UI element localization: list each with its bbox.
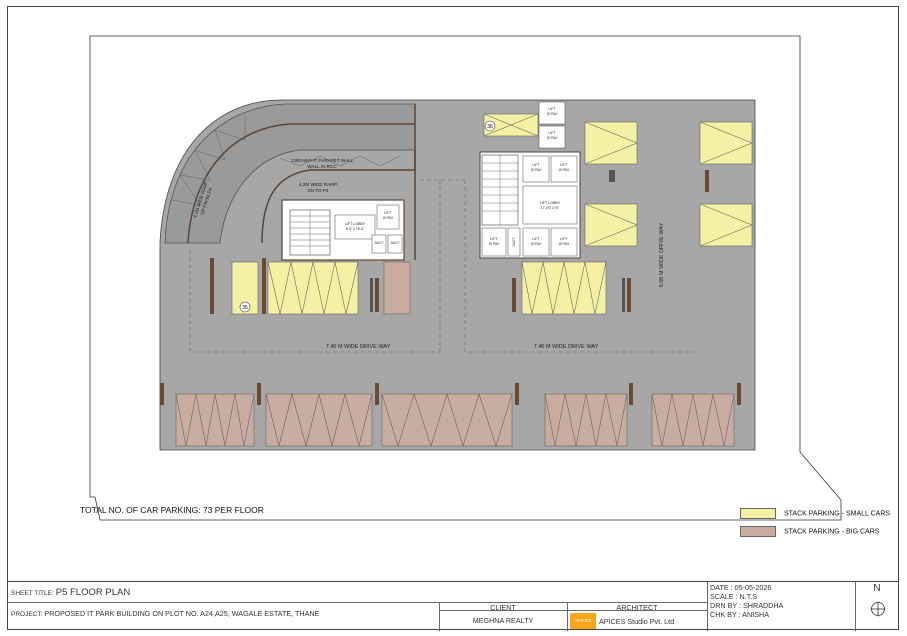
left-duct-1-label: DUCT xyxy=(375,241,384,245)
top-lift-1-label: LIFT xyxy=(548,107,556,111)
legend-small-label: STACK PARKING - SMALL CARS xyxy=(784,510,891,518)
apices-logo: APICES xyxy=(570,613,596,629)
left-lift-label: LIFT xyxy=(384,211,392,215)
right-lift-2-label: LIFT xyxy=(560,163,568,167)
parapet-label: 1200 MM HT PARAPET WALL xyxy=(291,158,354,163)
date: DATE : 05-05-2026 xyxy=(710,583,772,592)
top-lift-1-cap: 20 PAX xyxy=(547,112,558,116)
small-car-stack xyxy=(699,121,753,165)
project-label: PROJECT: xyxy=(11,611,43,618)
architect-value: APICES Studio Pvt. Ltd xyxy=(599,617,675,626)
checked-by: CHK BY : ANISHA xyxy=(710,610,769,619)
right-lift-3-cap: 20 PAX xyxy=(489,242,500,246)
scale: SCALE : N.T.S xyxy=(710,592,758,601)
sheet-title-label: SHEET TITLE: xyxy=(11,590,54,597)
legend-small-swatch xyxy=(740,508,776,519)
north-arrow-icon xyxy=(870,601,886,617)
right-lift-1-cap: 20 PAX xyxy=(531,168,542,172)
left-lobby-label: LIFT LOBBY xyxy=(345,222,366,226)
client-value: MEGHNA REALTY xyxy=(472,616,534,625)
ramp-down-label-2: DN TO P4 xyxy=(307,188,328,193)
ramp-down-label: 4.2M WIDE RAMP xyxy=(299,182,337,187)
right-lobby-label: LIFT LOBBY xyxy=(540,201,561,205)
top-lift-2-cap: 20 PAX xyxy=(547,136,558,140)
left-duct-2-label: DUCT xyxy=(391,241,400,245)
title-block: SHEET TITLE: P5 FLOOR PLAN PROJECT: PROP… xyxy=(7,581,899,631)
project: PROJECT: PROPOSED IT PARK BUILDING ON PL… xyxy=(11,609,319,618)
top-lift-2-label: LIFT xyxy=(548,131,556,135)
right-lift-4-cap: 20 PAX xyxy=(531,242,542,246)
small-car-stack xyxy=(267,261,359,315)
big-car-stack xyxy=(651,393,735,447)
floor-plan: 35 36 1200 MM HT PARAPET WALL WALL IN RC… xyxy=(89,35,842,521)
legend-big-label: STACK PARKING - BIG CARS xyxy=(784,528,880,536)
right-lift-4-label: LIFT xyxy=(532,237,540,241)
north-label: N xyxy=(873,583,881,594)
sheet-title: SHEET TITLE: P5 FLOOR PLAN xyxy=(11,587,130,598)
small-car-stack xyxy=(699,203,753,247)
left-lobby-dim: 8'-6" X 16'-6" xyxy=(346,227,364,231)
right-lift-5-label: LIFT xyxy=(560,237,568,241)
drive-left-label: 7.40 M WIDE DRIVE WAY xyxy=(326,344,391,350)
legend-big-swatch xyxy=(740,526,776,537)
sheet-title-value: P5 FLOOR PLAN xyxy=(55,587,131,598)
badge-35-text: 35 xyxy=(242,305,248,311)
big-car-stack xyxy=(175,393,255,447)
sheet-info: DATE : 05-05-2026 SCALE : N.T.S DRN BY :… xyxy=(710,583,783,619)
right-lift-1-label: LIFT xyxy=(532,163,540,167)
drawn-by: DRN BY : SHRADDHA xyxy=(710,601,784,610)
badge-36-text: 36 xyxy=(487,124,493,130)
project-value: PROPOSED IT PARK BUILDING ON PLOT NO. A2… xyxy=(44,609,320,618)
right-lift-5-cap: 20 PAX xyxy=(559,242,570,246)
big-car-stack xyxy=(265,392,373,448)
legend-big-cars: STACK PARKING - BIG CARS xyxy=(740,526,879,537)
big-car-stack xyxy=(544,393,628,447)
client-label: CLIENT xyxy=(490,603,516,612)
badge-36: 36 xyxy=(484,120,496,132)
big-car-stack xyxy=(381,392,513,448)
wall-rcc-label: WALL IN RCC xyxy=(307,164,337,169)
left-lift-cap: 20 PAX xyxy=(383,216,394,220)
small-car-stack xyxy=(584,203,638,247)
right-duct-label: DUCT xyxy=(512,238,516,247)
right-lift-3-label: LIFT xyxy=(490,237,498,241)
small-car-stack xyxy=(584,121,638,165)
right-lobby-dim: 17'-6"X 17'6" xyxy=(541,206,559,210)
total-parking-note: TOTAL NO. OF CAR PARKING: 73 PER FLOOR xyxy=(80,505,264,515)
right-lift-2-cap: 20 PAX xyxy=(559,168,570,172)
architect-label: ARCHITECT xyxy=(616,603,658,612)
drive-vertical-label: 6.00 M WIDE DRIVE WAY xyxy=(659,222,665,287)
big-car-stack xyxy=(383,261,411,315)
drive-right-label: 7.40 M WIDE DRIVE WAY xyxy=(534,344,599,350)
legend-small-cars: STACK PARKING - SMALL CARS xyxy=(740,508,890,519)
badge-35: 35 xyxy=(239,301,251,313)
right-lift-lobby xyxy=(522,185,578,225)
small-car-stack xyxy=(521,261,607,315)
